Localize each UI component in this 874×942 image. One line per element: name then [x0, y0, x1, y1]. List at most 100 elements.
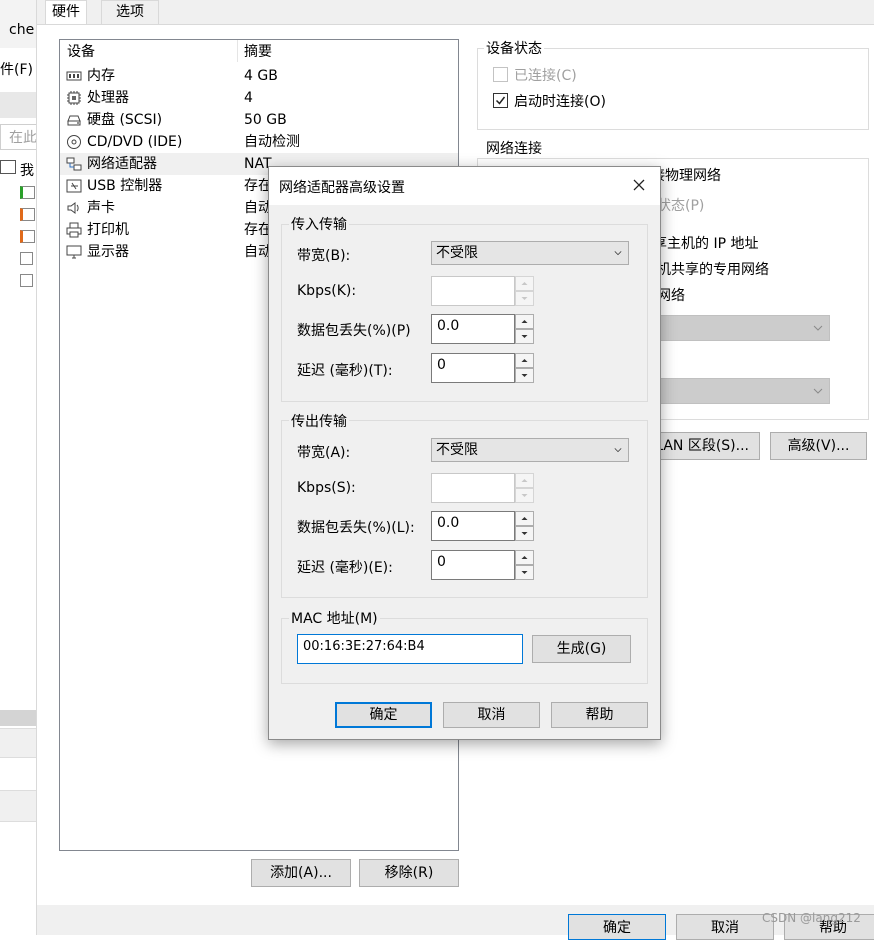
device-status-title: 设备状态 — [484, 38, 544, 58]
outgoing-latency-stepper[interactable]: 0 — [431, 550, 534, 580]
device-name: 处理器 — [87, 90, 129, 106]
background-search-box[interactable]: 在此 — [0, 124, 37, 150]
spin-up-button[interactable] — [515, 550, 534, 565]
spin-down-button[interactable] — [515, 488, 534, 503]
device-row-memory[interactable]: 内存 4 GB — [60, 65, 458, 87]
incoming-kbps-input[interactable] — [431, 276, 515, 306]
spin-up-button[interactable] — [515, 314, 534, 329]
spin-up-button[interactable] — [515, 353, 534, 368]
tab-hardware[interactable]: 硬件 — [45, 0, 87, 27]
device-row-cpu[interactable]: 处理器 4 — [60, 87, 458, 109]
bridged-option-label[interactable]: 接物理网络 — [651, 165, 721, 185]
device-summary: 4 — [244, 90, 253, 106]
device-summary: 50 GB — [244, 112, 287, 128]
outgoing-bandwidth-value: 不受限 — [436, 442, 478, 458]
cpu-icon — [67, 91, 81, 105]
incoming-packet-loss-input[interactable]: 0.0 — [431, 314, 515, 344]
background-tree-label[interactable]: 我 — [20, 160, 34, 180]
device-name: 显示器 — [87, 244, 129, 260]
vm-icon[interactable] — [20, 208, 35, 221]
tab-options[interactable]: 选项 — [101, 0, 159, 25]
device-row-cdrom[interactable]: CD/DVD (IDE) 自动检测 — [60, 131, 458, 153]
outgoing-kbps-stepper[interactable] — [431, 473, 534, 503]
generate-mac-button[interactable]: 生成(G) — [532, 635, 631, 663]
background-panel — [0, 790, 36, 822]
nat-option-label[interactable]: 享主机的 IP 地址 — [653, 233, 758, 253]
spin-down-button[interactable] — [515, 368, 534, 383]
replicate-state-label: 状态(P) — [657, 198, 705, 214]
incoming-bandwidth-value: 不受限 — [436, 245, 478, 261]
spin-down-button[interactable] — [515, 291, 534, 306]
background-search-placeholder: 在此 — [9, 130, 37, 146]
custom-network-option-label[interactable]: 网络 — [657, 285, 685, 305]
dialog-titlebar: 网络适配器高级设置 — [269, 167, 660, 205]
chevron-down-icon — [614, 251, 622, 256]
device-name: 硬盘 (SCSI) — [87, 112, 163, 128]
close-icon[interactable] — [629, 175, 649, 195]
dialog-help-button[interactable]: 帮助 — [551, 702, 648, 728]
incoming-kbps-stepper[interactable] — [431, 276, 534, 306]
column-header-summary[interactable]: 摘要 — [244, 40, 272, 62]
computer-icon — [0, 160, 16, 174]
device-row-harddisk[interactable]: 硬盘 (SCSI) 50 GB — [60, 109, 458, 131]
incoming-transfer-title: 传入传输 — [289, 214, 349, 234]
incoming-packet-loss-stepper[interactable]: 0.0 — [431, 314, 534, 344]
outgoing-packet-loss-input[interactable]: 0.0 — [431, 511, 515, 541]
incoming-kbps-label: Kbps(K): — [297, 283, 357, 299]
vm-icon[interactable] — [20, 230, 35, 243]
advanced-button[interactable]: 高级(V)... — [770, 432, 867, 460]
device-name: CD/DVD (IDE) — [87, 134, 183, 150]
host-only-option-label[interactable]: 机共享的专用网络 — [657, 259, 769, 279]
incoming-bandwidth-select[interactable]: 不受限 — [431, 241, 629, 265]
chevron-down-icon — [614, 448, 622, 453]
settings-cancel-button[interactable]: 取消 — [676, 914, 774, 940]
connected-checkbox[interactable] — [493, 67, 508, 82]
device-name: 声卡 — [87, 200, 115, 216]
vm-icon[interactable] — [20, 252, 33, 265]
outgoing-transfer-title: 传出传输 — [289, 411, 349, 431]
lan-segment-select[interactable] — [657, 378, 830, 404]
vm-running-icon[interactable] — [20, 186, 35, 199]
column-header-device[interactable]: 设备 — [67, 40, 95, 62]
dialog-title: 网络适配器高级设置 — [279, 180, 405, 196]
background-menu-file[interactable]: 件(F) — [0, 59, 33, 79]
add-device-button[interactable]: 添加(A)... — [251, 859, 351, 887]
spin-down-button[interactable] — [515, 526, 534, 541]
remove-device-button[interactable]: 移除(R) — [359, 859, 459, 887]
settings-ok-button[interactable]: 确定 — [568, 914, 666, 940]
column-divider — [237, 40, 238, 62]
spin-down-button[interactable] — [515, 329, 534, 344]
network-adapter-advanced-dialog: 网络适配器高级设置 传入传输 带宽(B): 不受限 Kbps(K): 数据包丢失… — [268, 166, 661, 740]
dialog-cancel-button[interactable]: 取消 — [443, 702, 540, 728]
monitor-icon — [66, 245, 82, 259]
vm-icon[interactable] — [20, 274, 33, 287]
spin-up-button[interactable] — [515, 511, 534, 526]
spin-up-button[interactable] — [515, 276, 534, 291]
mac-address-title: MAC 地址(M) — [289, 608, 380, 628]
chevron-up-icon — [521, 359, 528, 362]
memory-icon — [66, 71, 82, 81]
custom-network-select[interactable] — [657, 315, 830, 341]
incoming-packet-loss-label: 数据包丢失(%)(P) — [297, 323, 411, 339]
chevron-down-icon — [521, 374, 528, 377]
outgoing-packet-loss-stepper[interactable]: 0.0 — [431, 511, 534, 541]
mac-address-input[interactable]: 00:16:3E:27:64:B4 — [297, 634, 523, 664]
device-summary: 4 GB — [244, 68, 278, 84]
incoming-latency-stepper[interactable]: 0 — [431, 353, 534, 383]
chevron-up-icon — [521, 517, 528, 520]
dialog-ok-button[interactable]: 确定 — [335, 702, 432, 728]
incoming-latency-input[interactable]: 0 — [431, 353, 515, 383]
outgoing-latency-input[interactable]: 0 — [431, 550, 515, 580]
chevron-down-icon — [813, 325, 823, 331]
spin-down-button[interactable] — [515, 565, 534, 580]
cdrom-icon — [67, 135, 81, 149]
spin-up-button[interactable] — [515, 473, 534, 488]
incoming-bandwidth-label: 带宽(B): — [297, 248, 351, 264]
outgoing-kbps-input[interactable] — [431, 473, 515, 503]
outgoing-bandwidth-select[interactable]: 不受限 — [431, 438, 629, 462]
connect-at-power-on-checkbox[interactable] — [493, 93, 508, 108]
background-app-window: che 件(F) 在此 我 — [0, 0, 37, 935]
speaker-icon — [67, 202, 79, 214]
printer-icon — [66, 222, 82, 238]
background-scrollbar[interactable] — [0, 710, 36, 726]
